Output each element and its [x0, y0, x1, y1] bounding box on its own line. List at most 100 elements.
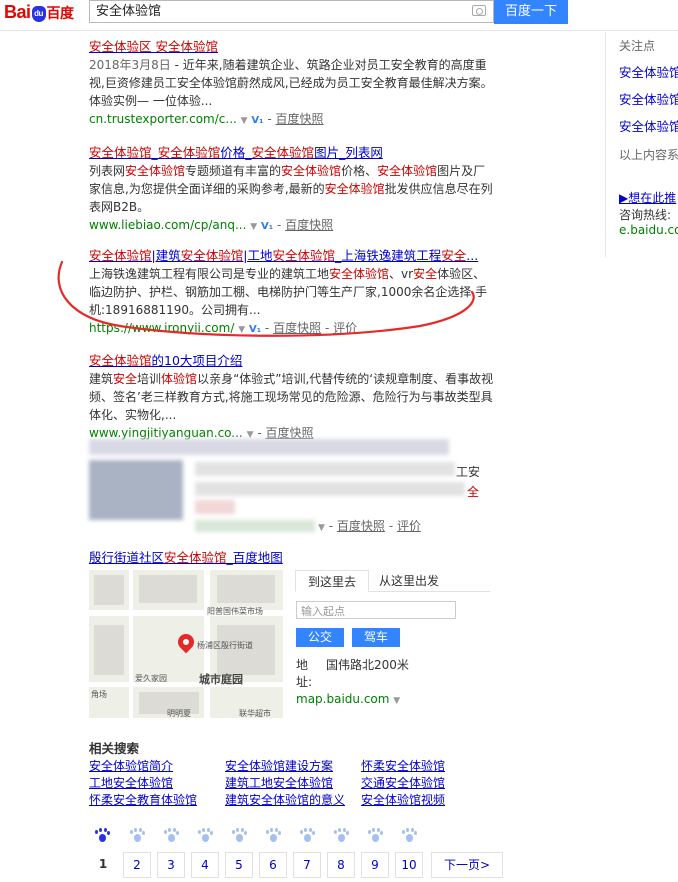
- page-link[interactable]: 3: [157, 852, 185, 878]
- drive-button[interactable]: 驾车: [352, 628, 400, 647]
- result-item: 安全体验馆的10大项目介绍 建筑安全培训体验馆以亲身“体验式”培训,代替传统的‘…: [89, 352, 599, 447]
- search-button[interactable]: 百度一下: [494, 0, 568, 24]
- address-value: 国伟路北200米: [326, 658, 409, 672]
- result-url-text[interactable]: https://www.ironyii.com/: [89, 321, 234, 335]
- result-title-link[interactable]: 安全体验馆|建筑安全体验馆|工地安全体验馆_上海铁逸建筑工程安全...: [89, 247, 599, 265]
- blurred-url: [195, 520, 315, 532]
- results-list: 安全体验区 安全体验馆 2018年3月8日 - 近年来,随着建筑企业、筑路企业对…: [89, 38, 599, 457]
- page-link[interactable]: 6: [259, 852, 287, 878]
- pager-paw-icon: [401, 828, 417, 844]
- snapshot-link[interactable]: 百度快照: [337, 519, 385, 533]
- snapshot-link[interactable]: 百度快照: [266, 426, 314, 440]
- related-link[interactable]: 建筑安全体验馆的意义: [225, 792, 345, 808]
- map-title-link[interactable]: 殷行街道社区安全体验馆_百度地图: [89, 547, 283, 566]
- result-title-link[interactable]: 安全体验区 安全体验馆: [89, 38, 599, 56]
- related-link[interactable]: 安全体验馆简介: [89, 758, 173, 774]
- focus-link[interactable]: 安全体验馆: [619, 65, 678, 81]
- page-link[interactable]: 8: [327, 852, 355, 878]
- snapshot-link[interactable]: 百度快照: [273, 321, 321, 335]
- blurred-abstract-1: [195, 462, 455, 476]
- page-link[interactable]: 10: [395, 852, 423, 878]
- pager-paw-icon: [129, 828, 145, 844]
- search-input[interactable]: 安全体验馆: [89, 0, 494, 23]
- page-link[interactable]: 9: [361, 852, 389, 878]
- focus-title: 关注点: [619, 39, 656, 53]
- header-divider: [0, 30, 678, 31]
- page-link[interactable]: 5: [225, 852, 253, 878]
- logo-text: Bai: [4, 2, 31, 22]
- result-url: www.liebiao.com/cp/anq... ▼ V₁ - 百度快照: [89, 218, 334, 232]
- review-link[interactable]: 评价: [333, 321, 357, 335]
- tab-to-here[interactable]: 到这里去: [295, 570, 369, 592]
- map-label: 角场: [91, 690, 107, 699]
- partial-text: 工安: [456, 465, 481, 479]
- pager-paw-icon: [197, 828, 213, 844]
- dropdown-arrow-icon[interactable]: ▼: [241, 116, 248, 126]
- focus-link[interactable]: 安全体验馆: [619, 92, 678, 108]
- result-url: https://www.ironyii.com/ ▼ V₁ - 百度快照 - 评…: [89, 321, 358, 335]
- result-url-text[interactable]: cn.trustexporter.com/c...: [89, 112, 237, 126]
- start-point-input[interactable]: 输入起点: [296, 601, 456, 619]
- map-label: 明明夏: [167, 709, 191, 718]
- result-url: ▼ - 百度快照 - 评价: [318, 519, 421, 533]
- related-link[interactable]: 安全体验馆视频: [361, 792, 445, 808]
- snapshot-link[interactable]: 百度快照: [276, 112, 324, 126]
- site-url[interactable]: e.baidu.com: [619, 223, 678, 237]
- map-image[interactable]: 阳普国伟菜市场 杨浦区殷行街道 城市庭园 爱久家园 角场 明明夏 联华超市: [89, 570, 283, 718]
- route-panel: 到这里去 从这里出发 输入起点 公交 驾车 地址: 国伟路北200米 map.b…: [295, 570, 490, 706]
- result-title-link[interactable]: 安全体验馆的10大项目介绍: [89, 352, 599, 370]
- blurred-title: [89, 439, 449, 455]
- info-text: 以上内容系: [619, 148, 678, 162]
- result-abstract: 列表网安全体验馆专题频道有丰富的安全体验馆价格、安全体验馆图片及厂家信息,为您提…: [89, 164, 493, 214]
- hotline-label: 咨询热线:: [619, 208, 672, 222]
- v1-badge-icon[interactable]: V₁: [249, 324, 261, 335]
- map-label: 阳普国伟菜市场: [207, 607, 263, 616]
- logo-paw-icon: du: [31, 6, 46, 22]
- blurred-abstract-2: [195, 482, 465, 496]
- right-divider: [605, 32, 606, 257]
- partial-text: 全: [467, 485, 480, 499]
- next-page-button[interactable]: 下一页>: [431, 852, 503, 878]
- related-link[interactable]: 怀柔安全体验馆: [361, 758, 445, 774]
- snapshot-link[interactable]: 百度快照: [285, 218, 333, 232]
- address-label: 地址:: [296, 658, 313, 689]
- dropdown-arrow-icon[interactable]: ▼: [250, 222, 257, 232]
- result-item: 安全体验区 安全体验馆 2018年3月8日 - 近年来,随着建筑企业、筑路企业对…: [89, 38, 599, 134]
- dropdown-arrow-icon[interactable]: ▼: [393, 696, 400, 706]
- dropdown-arrow-icon[interactable]: ▼: [238, 325, 245, 335]
- related-link[interactable]: 建筑工地安全体验馆: [225, 775, 333, 791]
- right-column: 关注点 安全体验馆 安全体验馆 安全体验馆 以上内容系 ▶想在此推 咨询热线: …: [619, 38, 678, 237]
- page-link[interactable]: 2: [123, 852, 151, 878]
- map-url[interactable]: map.baidu.com ▼: [296, 692, 400, 706]
- pager-paw-icon: [265, 828, 281, 844]
- result-url-text[interactable]: www.yingjitiyanguan.co...: [89, 426, 243, 440]
- result-title-link[interactable]: 安全体验馆_安全体验馆价格_安全体验馆图片_列表网: [89, 144, 599, 162]
- pager-paw-icon: [163, 828, 179, 844]
- route-tabs: 到这里去 从这里出发: [295, 570, 490, 592]
- focus-link[interactable]: 安全体验馆: [619, 119, 678, 135]
- pager-paw-icon: [231, 828, 247, 844]
- related-search-title: 相关搜索: [89, 741, 140, 756]
- related-link[interactable]: 工地安全体验馆: [89, 775, 173, 791]
- header: Bai du 百度 安全体验馆 百度一下: [0, 0, 678, 30]
- camera-icon[interactable]: [472, 5, 486, 16]
- dropdown-arrow-icon[interactable]: ▼: [318, 523, 325, 533]
- pager-paw-icon: [333, 828, 349, 844]
- tab-from-here[interactable]: 从这里出发: [379, 570, 439, 592]
- related-link[interactable]: 安全体验馆建设方案: [225, 758, 333, 774]
- ad-link[interactable]: ▶想在此推: [619, 189, 678, 206]
- related-link[interactable]: 交通安全体验馆: [361, 775, 445, 791]
- bus-button[interactable]: 公交: [296, 628, 344, 647]
- page-link[interactable]: 7: [293, 852, 321, 878]
- map-label: 爱久家园: [135, 674, 167, 683]
- baidu-logo[interactable]: Bai du 百度: [4, 2, 74, 23]
- v1-badge-icon[interactable]: V₁: [261, 221, 273, 232]
- v1-badge-icon[interactable]: V₁: [251, 115, 263, 126]
- result-item: 安全体验馆|建筑安全体验馆|工地安全体验馆_上海铁逸建筑工程安全... 上海铁逸…: [89, 247, 599, 342]
- review-link[interactable]: 评价: [397, 519, 421, 533]
- result-url-text[interactable]: www.liebiao.com/cp/anq...: [89, 218, 246, 232]
- related-link[interactable]: 怀柔安全教育体验馆: [89, 792, 197, 808]
- pager-paw-icon: [94, 828, 110, 844]
- pager-paw-icon: [367, 828, 383, 844]
- page-link[interactable]: 4: [191, 852, 219, 878]
